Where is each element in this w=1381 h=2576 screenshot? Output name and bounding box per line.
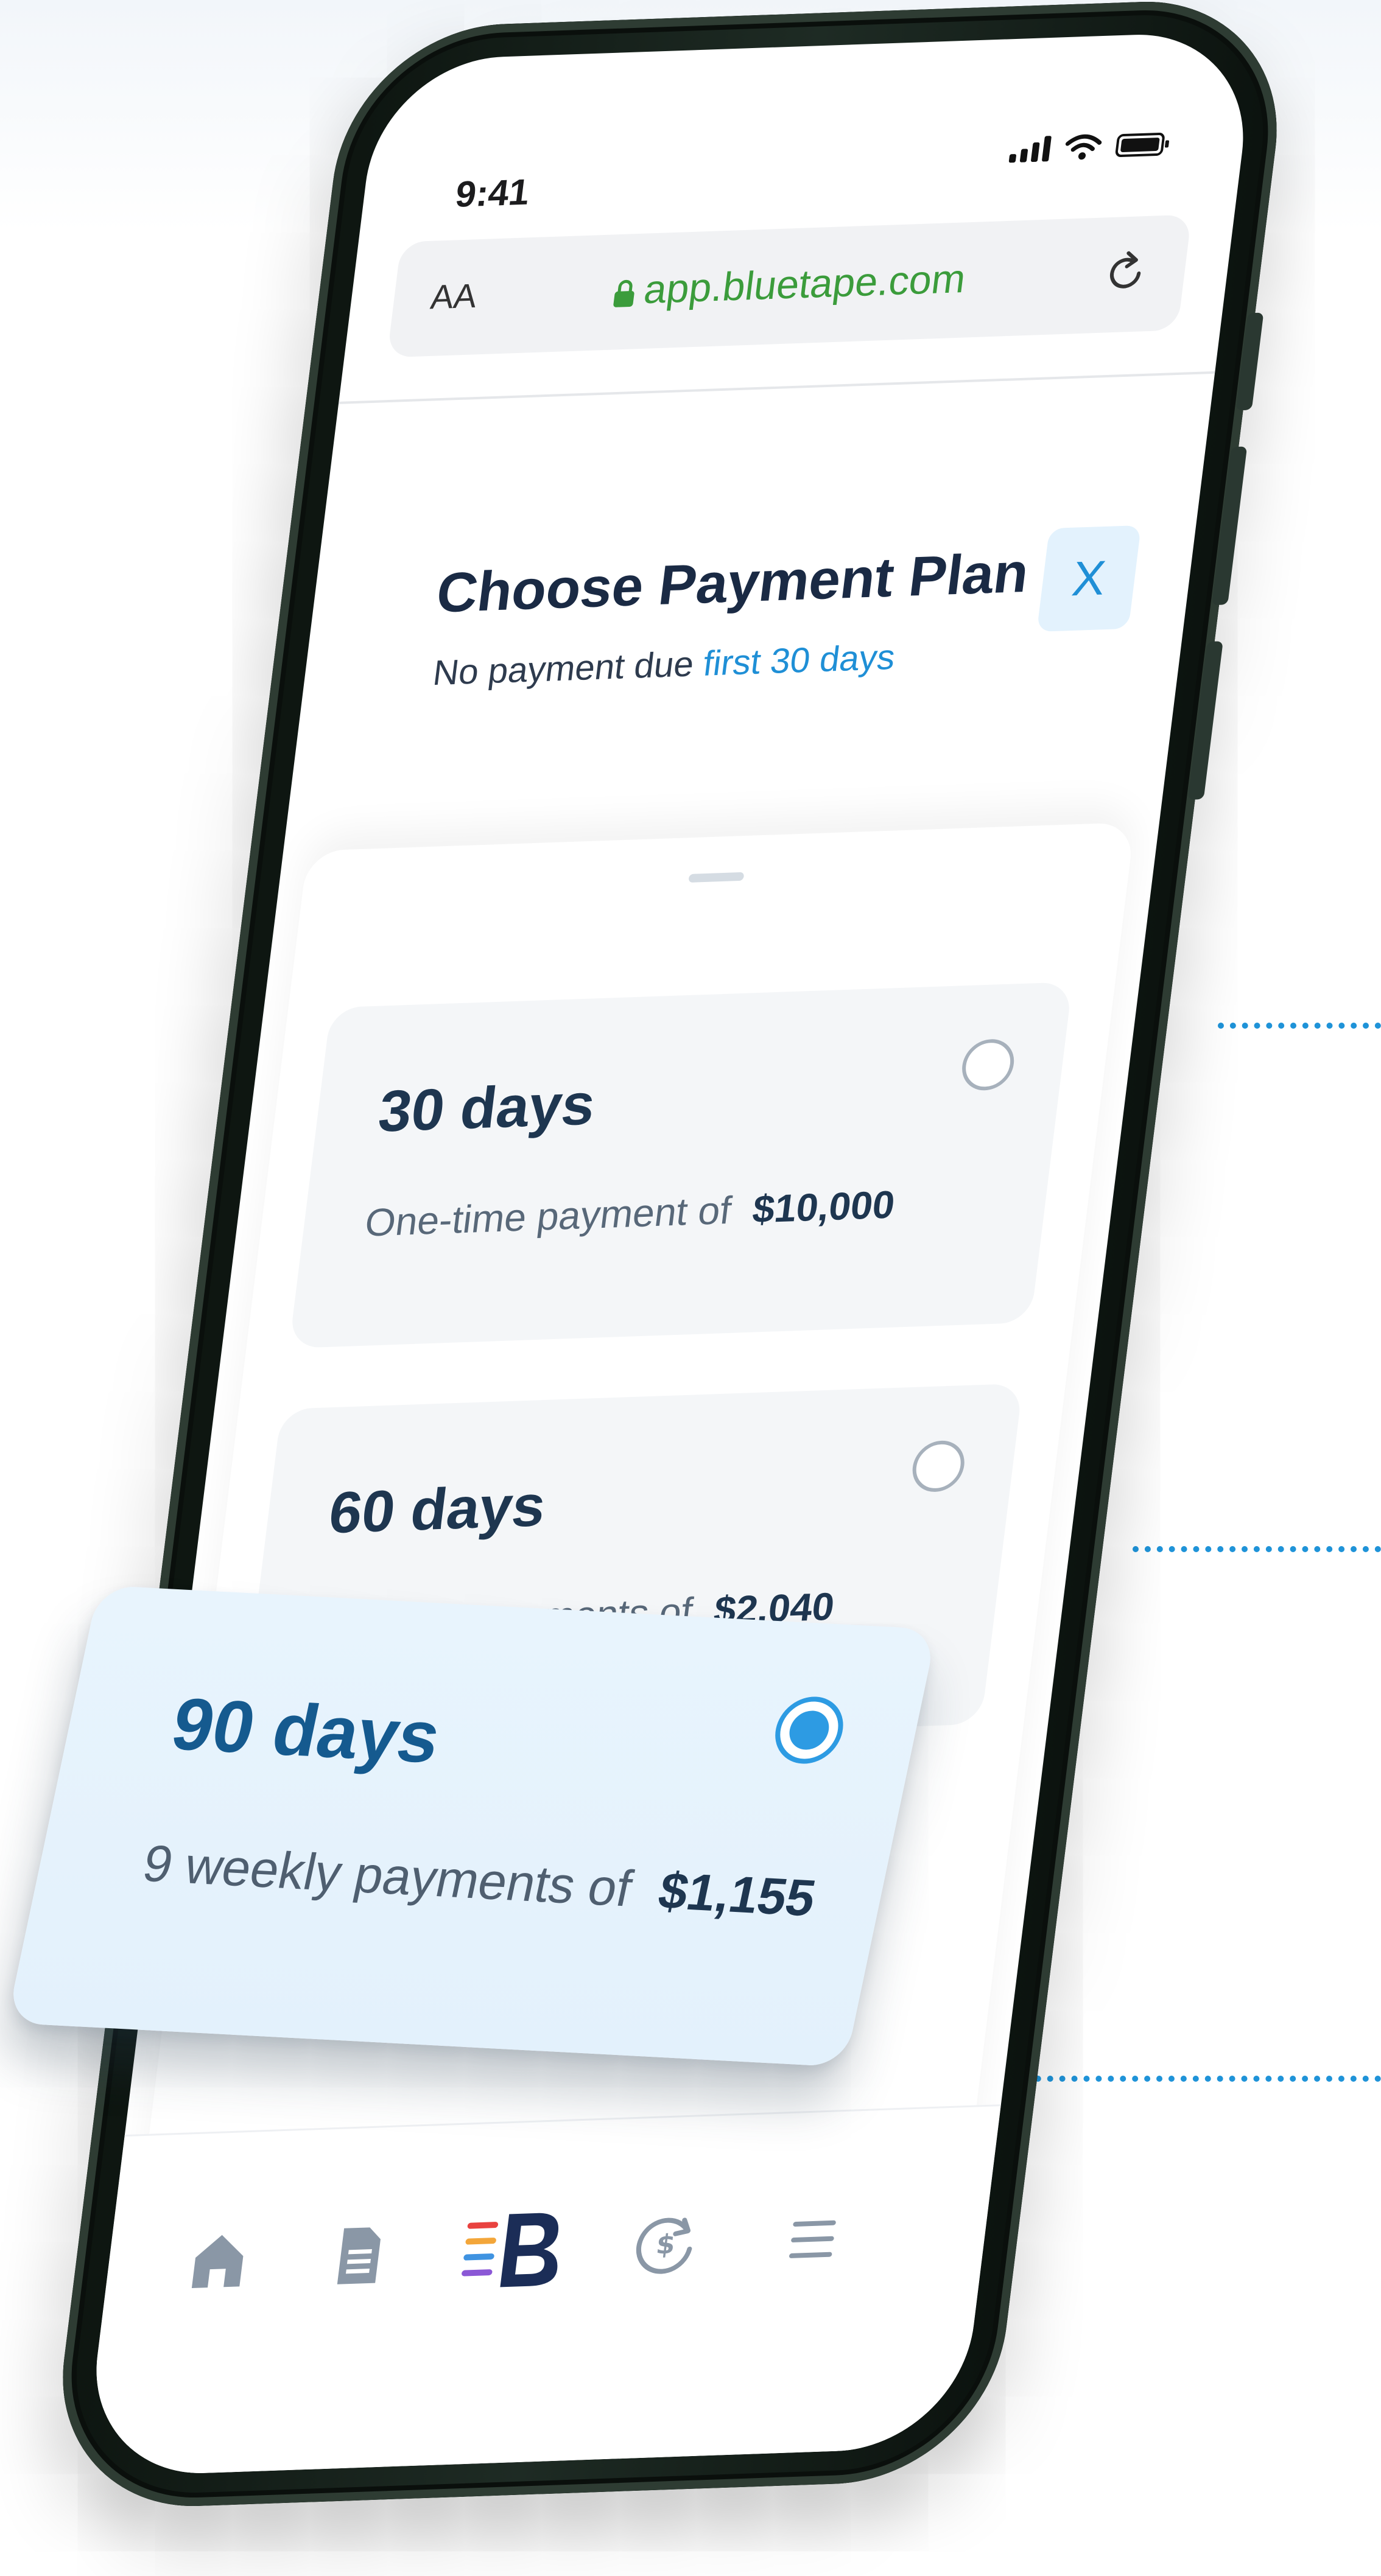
plan-amount: $1,155 [653,1861,821,1927]
tab-home[interactable] [169,2204,269,2317]
plan-description-text: 9 weekly payments of [138,1834,638,1917]
plan-radio-selected[interactable] [768,1695,849,1766]
status-icons [1008,131,1166,163]
signal-icon [1008,135,1052,163]
page-title: Choose Payment Plan [433,541,1033,625]
url-text: app.bluetape.com [641,255,969,312]
tab-documents[interactable] [310,2199,409,2312]
reload-icon[interactable] [1102,248,1151,298]
url-display[interactable]: app.bluetape.com [392,247,1188,321]
subtitle-text: No payment due [430,644,697,693]
plan-description-text: One-time payment of [362,1188,734,1245]
connector-line-60-days [1133,1546,1381,1552]
menu-icon [789,2220,836,2258]
status-time: 9:41 [453,171,532,215]
plan-description: One-time payment of $10,000 [362,1182,898,1245]
close-button[interactable]: X [1036,525,1142,632]
plan-days: 60 days [325,1473,549,1546]
phone-screen: 9:41 AA app.bluetape.com Choose Payment … [82,30,1257,2477]
svg-text:$: $ [655,2229,677,2261]
divider [338,371,1215,404]
home-icon [191,2235,244,2289]
plan-description: 9 weekly payments of $1,155 [138,1833,821,1928]
tab-menu[interactable] [763,2183,862,2296]
lock-icon [613,279,634,307]
plan-amount: $10,000 [750,1182,898,1231]
connector-line-90-days [999,2076,1381,2082]
document-icon [337,2227,381,2284]
plan-card-30-days[interactable]: 30 days One-time payment of $10,000 [289,982,1073,1349]
bluetape-logo-icon [462,2213,558,2287]
plan-card-90-days-selected[interactable]: 90 days 9 weekly payments of $1,155 [6,1585,938,2067]
close-icon: X [1069,550,1109,606]
plan-radio[interactable] [909,1440,968,1493]
plan-days: 90 days [164,1682,448,1779]
page-subtitle: No payment due first 30 days [430,637,897,693]
plan-radio[interactable] [959,1038,1017,1091]
tab-bluetape[interactable] [451,2194,574,2307]
connector-line-30-days [1218,1023,1381,1029]
browser-address-bar[interactable]: AA app.bluetape.com [387,214,1192,358]
marketing-stage: 9:41 AA app.bluetape.com Choose Payment … [0,0,1381,2576]
subtitle-highlight: first 30 days [701,637,898,684]
drag-handle[interactable] [688,872,745,883]
tab-payments[interactable]: $ [616,2189,715,2301]
phone-mockup: 9:41 AA app.bluetape.com Choose Payment … [45,0,1295,2511]
payments-icon: $ [636,2217,692,2274]
battery-icon [1114,132,1165,158]
tab-bar: $ [82,2104,1001,2477]
wifi-icon [1065,134,1102,160]
plan-days: 30 days [374,1071,599,1144]
